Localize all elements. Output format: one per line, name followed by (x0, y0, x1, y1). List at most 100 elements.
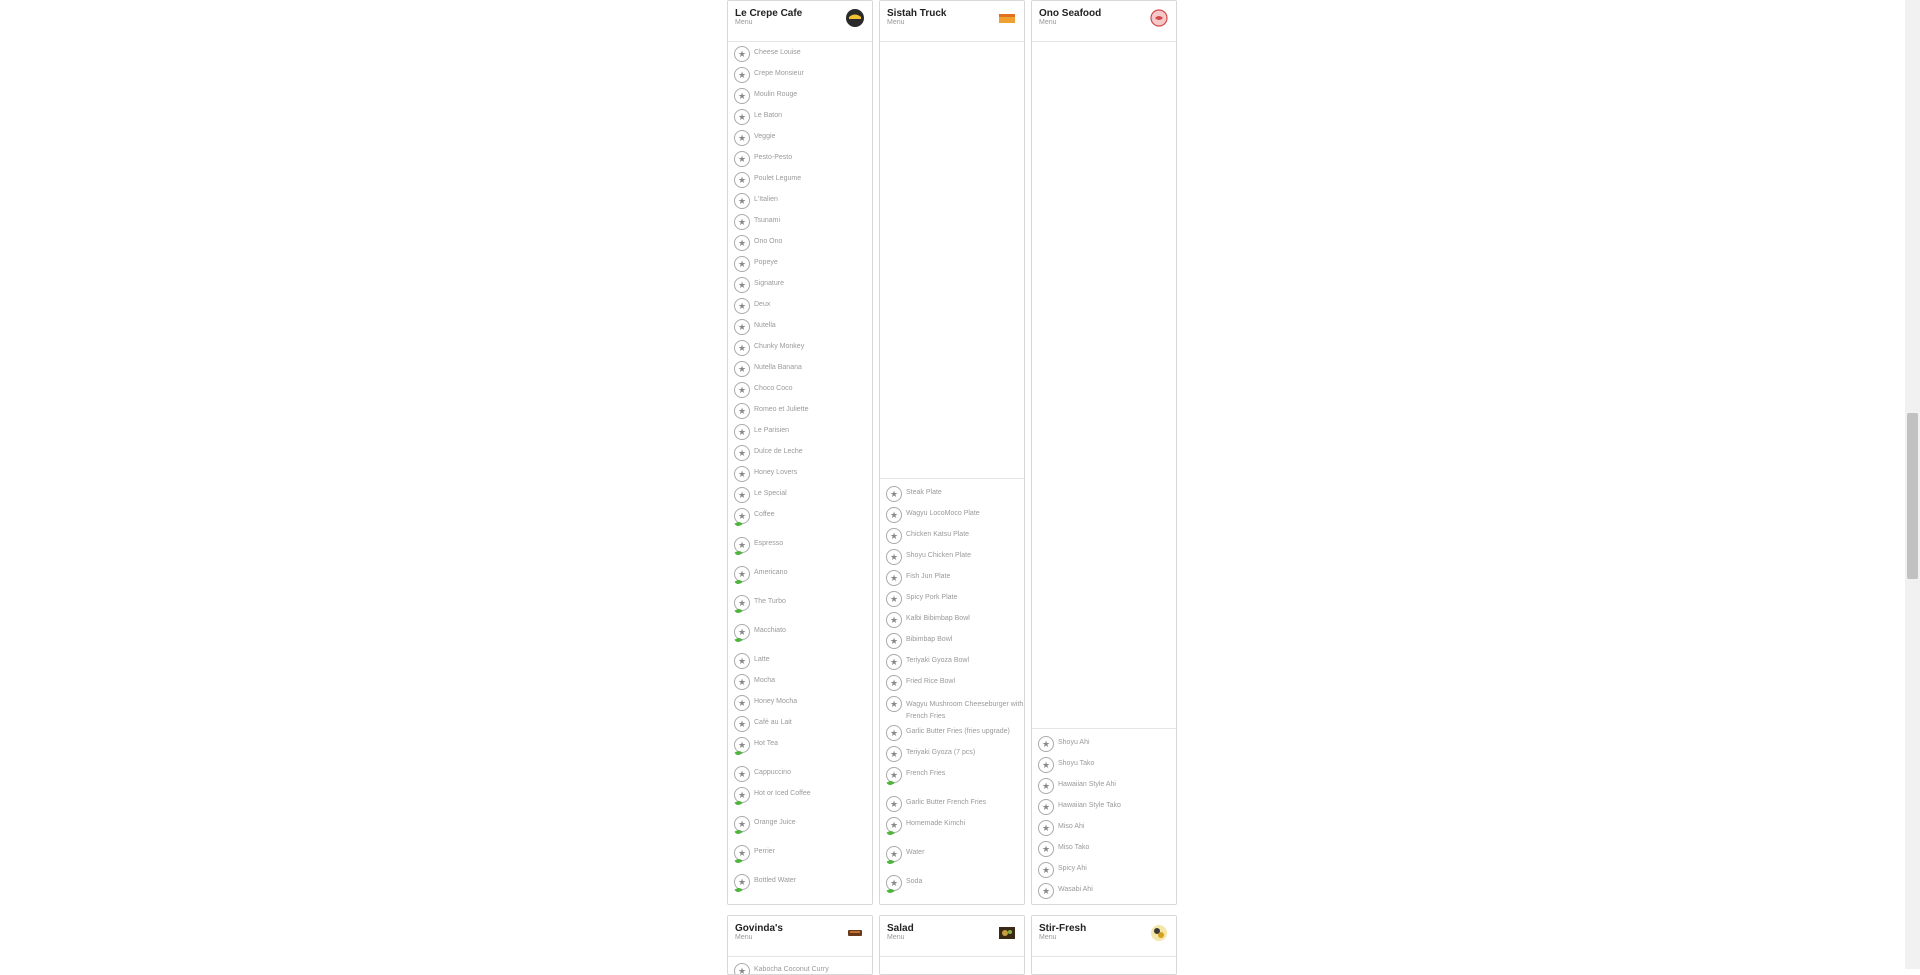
menu-item[interactable]: ★ Bibimbap Bowl (886, 633, 1020, 654)
menu-item[interactable]: ★ Tsunami (734, 214, 868, 235)
favorite-star-icon[interactable]: ★ (1038, 820, 1054, 836)
menu-item[interactable]: ★ Fish Jun Plate (886, 570, 1020, 591)
menu-item[interactable]: ★ Fried Rice Bowl (886, 675, 1020, 696)
menu-item[interactable]: ★ Signature (734, 277, 868, 298)
menu-item[interactable]: ★ Miso Tako (1038, 841, 1172, 862)
favorite-star-icon[interactable]: ★ (734, 340, 750, 356)
favorite-star-icon[interactable]: ★ (734, 214, 750, 230)
favorite-star-icon[interactable]: ★ (886, 549, 902, 565)
menu-item[interactable]: ★ Shoyu Tako (1038, 757, 1172, 778)
menu-item[interactable]: ★ Romeo et Juliette (734, 403, 868, 424)
favorite-star-icon[interactable]: ★ (734, 716, 750, 732)
favorite-star-icon[interactable]: ★ (734, 695, 750, 711)
menu-item[interactable]: ★ Spicy Ahi (1038, 862, 1172, 883)
menu-item[interactable]: ★ Spicy Pork Plate (886, 591, 1020, 612)
menu-item[interactable]: ★ Nutella Banana (734, 361, 868, 382)
favorite-star-icon[interactable]: ★ (886, 570, 902, 586)
menu-item[interactable]: ★ Hot or Iced Coffee (734, 787, 868, 816)
favorite-star-icon[interactable]: ★ (734, 382, 750, 398)
favorite-star-icon[interactable]: ★ (734, 193, 750, 209)
menu-item[interactable]: ★ L'Italien (734, 193, 868, 214)
menu-item[interactable]: ★ Hawaiian Style Ahi (1038, 778, 1172, 799)
favorite-star-icon[interactable]: ★ (1038, 841, 1054, 857)
favorite-star-icon[interactable]: ★ (1038, 778, 1054, 794)
menu-item[interactable]: ★ Deux (734, 298, 868, 319)
favorite-star-icon[interactable]: ★ (734, 445, 750, 461)
favorite-star-icon[interactable]: ★ (886, 486, 902, 502)
menu-item[interactable]: ★ Le Baton (734, 109, 868, 130)
menu-item[interactable]: ★ Ono Ono (734, 235, 868, 256)
scrollbar-thumb[interactable] (1907, 413, 1918, 579)
menu-item[interactable]: ★ Hawaiian Style Tako (1038, 799, 1172, 820)
menu-item[interactable]: ★ Honey Mocha (734, 695, 868, 716)
menu-item[interactable]: ★ Americano (734, 566, 868, 595)
favorite-star-icon[interactable]: ★ (734, 130, 750, 146)
menu-item[interactable]: ★ Espresso (734, 537, 868, 566)
menu-item[interactable]: ★ Teriyaki Gyoza Bowl (886, 654, 1020, 675)
menu-item[interactable]: ★ Steak Plate (886, 486, 1020, 507)
menu-item[interactable]: ★ Wagyu LocoMoco Plate (886, 507, 1020, 528)
menu-item[interactable]: ★ Miso Ahi (1038, 820, 1172, 841)
menu-item[interactable]: ★ Cappuccino (734, 766, 868, 787)
favorite-star-icon[interactable]: ★ (886, 633, 902, 649)
favorite-star-icon[interactable]: ★ (886, 591, 902, 607)
favorite-star-icon[interactable]: ★ (886, 725, 902, 741)
favorite-star-icon[interactable]: ★ (1038, 736, 1054, 752)
menu-item[interactable]: ★ Chunky Monkey (734, 340, 868, 361)
menu-item[interactable]: ★ Teriyaki Gyoza (7 pcs) (886, 746, 1020, 767)
favorite-star-icon[interactable]: ★ (734, 403, 750, 419)
menu-item[interactable]: ★ Le Special (734, 487, 868, 508)
favorite-star-icon[interactable]: ★ (734, 46, 750, 62)
menu-item[interactable]: ★ Nutella (734, 319, 868, 340)
menu-item[interactable]: ★ Wagyu Mushroom Cheeseburger with French… (886, 696, 1023, 725)
favorite-star-icon[interactable]: ★ (886, 746, 902, 762)
menu-item[interactable]: ★ Cheese Louise (734, 46, 868, 67)
favorite-star-icon[interactable]: ★ (886, 612, 902, 628)
menu-item[interactable]: ★ Mocha (734, 674, 868, 695)
menu-item[interactable]: ★ Pesto-Pesto (734, 151, 868, 172)
menu-item[interactable]: ★ Moulin Rouge (734, 88, 868, 109)
favorite-star-icon[interactable]: ★ (734, 487, 750, 503)
favorite-star-icon[interactable]: ★ (734, 88, 750, 104)
favorite-star-icon[interactable]: ★ (734, 235, 750, 251)
favorite-star-icon[interactable]: ★ (734, 674, 750, 690)
menu-item[interactable]: ★ Hot Tea (734, 737, 868, 766)
menu-item[interactable]: ★ Dulce de Leche (734, 445, 868, 466)
favorite-star-icon[interactable]: ★ (734, 256, 750, 272)
favorite-star-icon[interactable]: ★ (886, 675, 902, 691)
menu-item[interactable]: ★ Popeye (734, 256, 868, 277)
favorite-star-icon[interactable]: ★ (1038, 799, 1054, 815)
menu-item[interactable]: ★ Shoyu Chicken Plate (886, 549, 1020, 570)
favorite-star-icon[interactable]: ★ (886, 528, 902, 544)
favorite-star-icon[interactable]: ★ (734, 424, 750, 440)
favorite-star-icon[interactable]: ★ (1038, 862, 1054, 878)
menu-item[interactable]: ★ Perrier (734, 845, 868, 874)
favorite-star-icon[interactable]: ★ (734, 67, 750, 83)
menu-item[interactable]: ★ Café au Lait (734, 716, 868, 737)
favorite-star-icon[interactable]: ★ (886, 654, 902, 670)
menu-item[interactable]: ★ Shoyu Ahi (1038, 736, 1172, 757)
favorite-star-icon[interactable]: ★ (734, 653, 750, 669)
menu-item[interactable]: ★ Orange Juice (734, 816, 868, 845)
favorite-star-icon[interactable]: ★ (886, 696, 902, 712)
menu-item[interactable]: ★ Bottled Water (734, 874, 868, 903)
menu-item[interactable]: ★ Macchiato (734, 624, 868, 653)
favorite-star-icon[interactable]: ★ (734, 109, 750, 125)
menu-item[interactable]: ★ Chicken Katsu Plate (886, 528, 1020, 549)
page-scrollbar[interactable] (1905, 0, 1920, 969)
menu-item[interactable]: ★ The Turbo (734, 595, 868, 624)
menu-item[interactable]: ★ Wasabi Ahi (1038, 883, 1172, 904)
favorite-star-icon[interactable]: ★ (734, 319, 750, 335)
menu-item[interactable]: ★ Soda (886, 875, 1020, 904)
favorite-star-icon[interactable]: ★ (734, 298, 750, 314)
menu-item[interactable]: ★ Poulet Legume (734, 172, 868, 193)
favorite-star-icon[interactable]: ★ (734, 466, 750, 482)
menu-item[interactable]: ★ Crepe Monsieur (734, 67, 868, 88)
favorite-star-icon[interactable]: ★ (734, 766, 750, 782)
menu-item[interactable]: ★ Kabocha Coconut Curry (734, 963, 868, 974)
favorite-star-icon[interactable]: ★ (734, 963, 750, 974)
menu-item[interactable]: ★ Choco Coco (734, 382, 868, 403)
menu-item[interactable]: ★ Garlic Butter French Fries (886, 796, 1020, 817)
favorite-star-icon[interactable]: ★ (734, 277, 750, 293)
favorite-star-icon[interactable]: ★ (734, 151, 750, 167)
